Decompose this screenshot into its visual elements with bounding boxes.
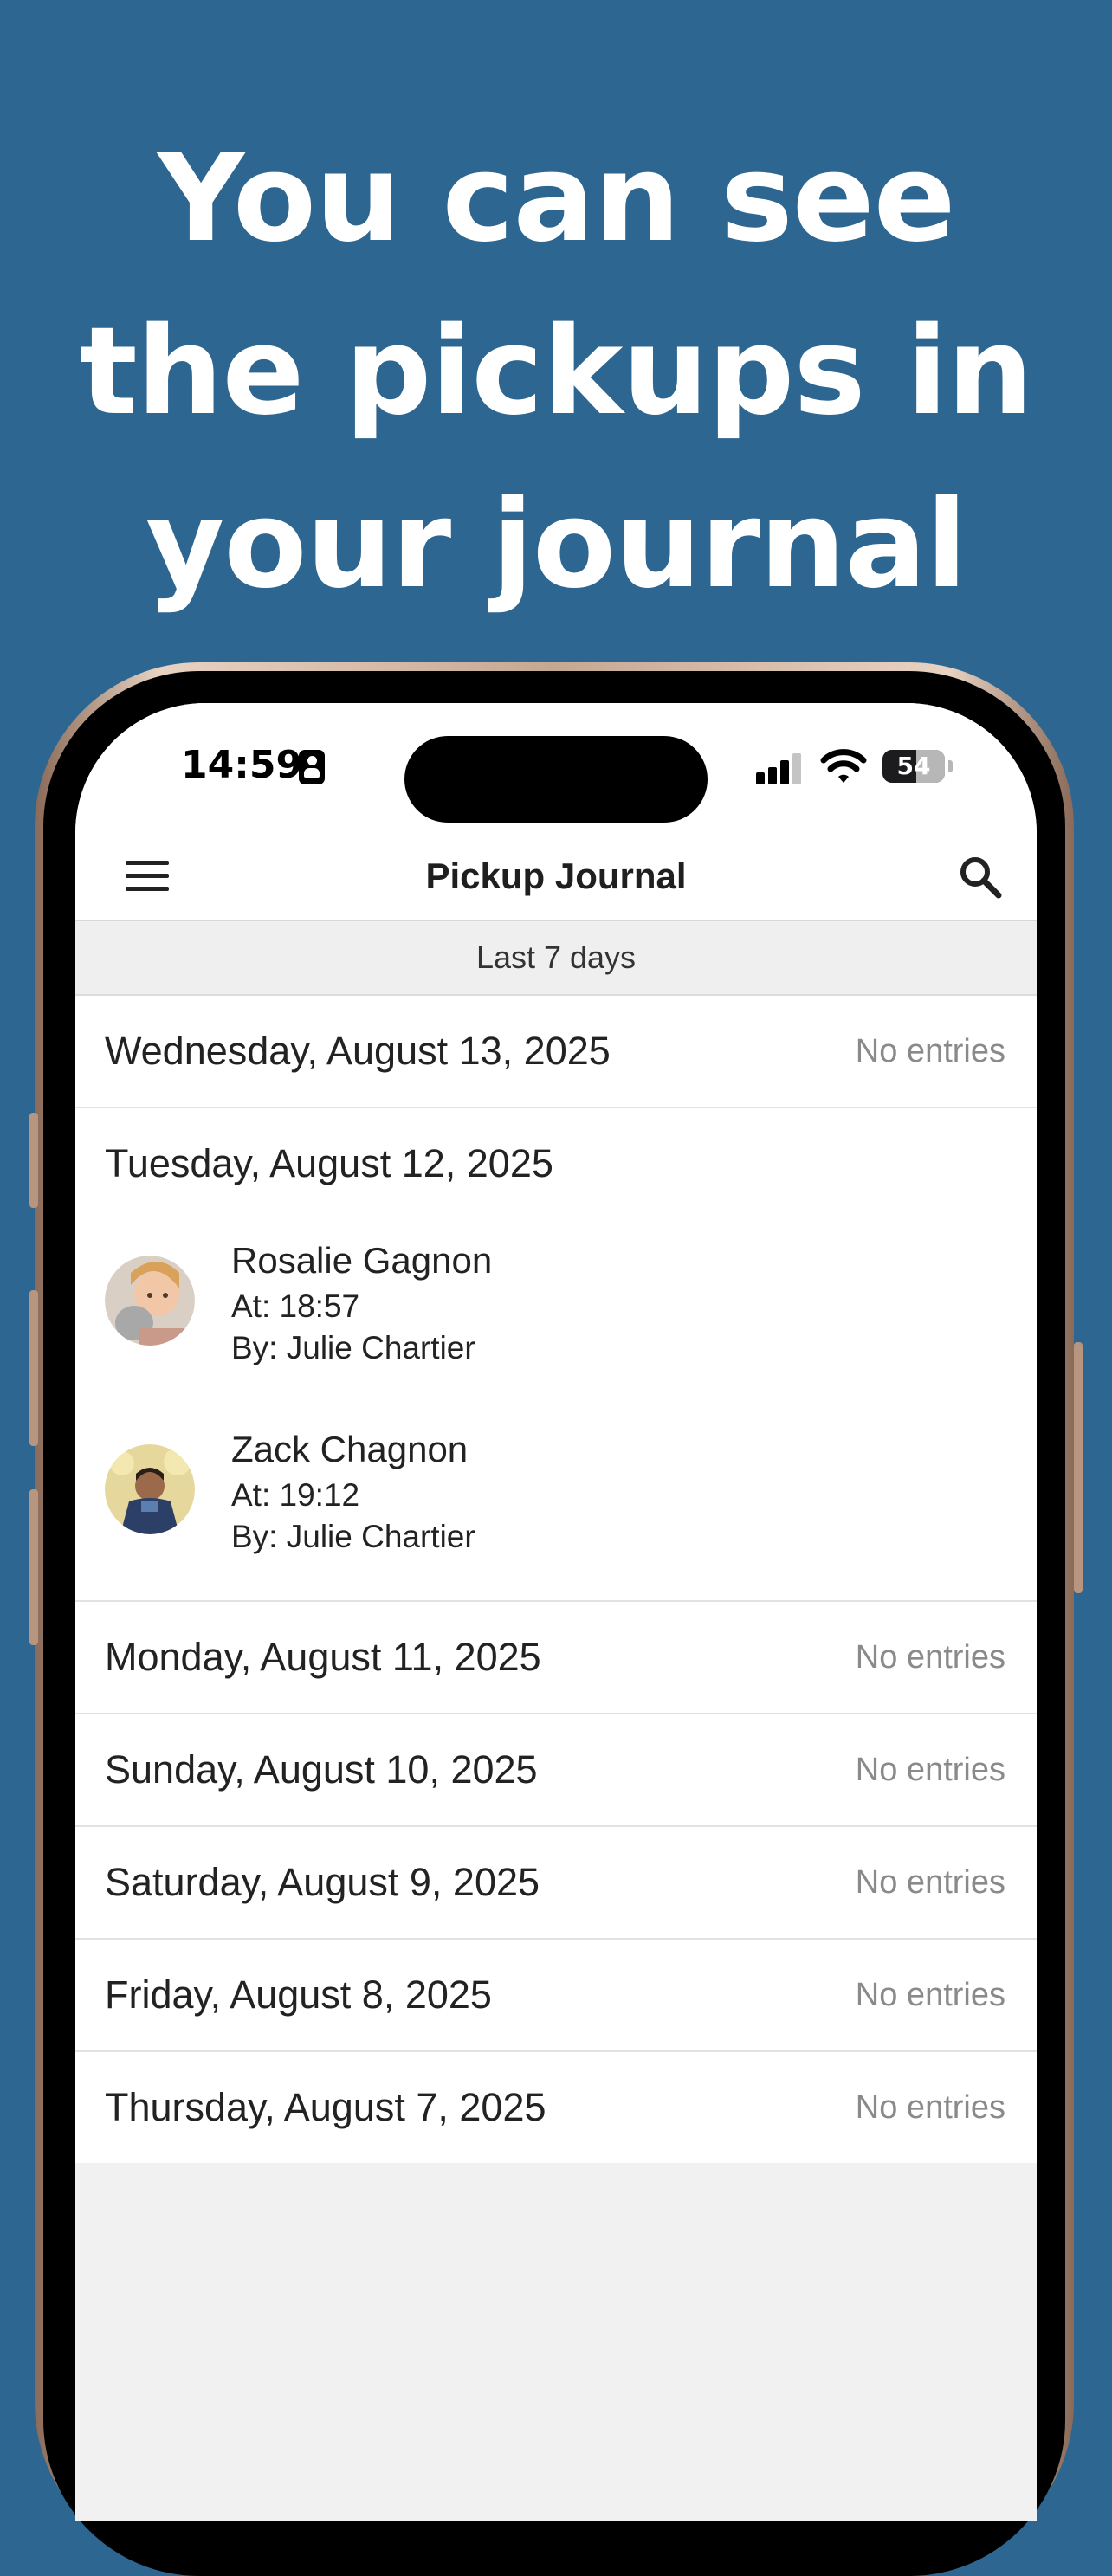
headline-line-3: your journal <box>145 475 967 616</box>
no-entries-label: No entries <box>855 1639 1005 1675</box>
no-entries-label: No entries <box>855 1033 1005 1069</box>
volume-up-button <box>29 1290 38 1446</box>
contact-card-icon <box>299 750 325 784</box>
headline-line-1: You can see <box>157 128 955 269</box>
no-entries-label: No entries <box>855 1752 1005 1788</box>
battery-nub <box>948 760 953 772</box>
wifi-icon <box>820 749 867 783</box>
day-date: Friday, August 8, 2025 <box>105 1972 492 2017</box>
day-group: Tuesday, August 12, 2025 Rosalie Gagnon <box>75 1108 1037 1602</box>
child-name: Zack Chagnon <box>231 1429 469 1469</box>
day-date: Tuesday, August 12, 2025 <box>105 1141 553 1185</box>
day-date: Thursday, August 7, 2025 <box>105 2085 546 2129</box>
day-row[interactable]: Monday, August 11, 2025 No entries <box>75 1602 1037 1714</box>
no-entries-label: No entries <box>855 2089 1005 2126</box>
day-row[interactable]: Friday, August 8, 2025 No entries <box>75 1940 1037 2052</box>
child-name: Rosalie Gagnon <box>231 1240 493 1281</box>
avatar <box>105 1256 195 1346</box>
pickup-entry[interactable]: Zack Chagnon At: 19:12 By: Julie Chartie… <box>75 1410 1037 1583</box>
phone-screen: 14:59 54 Pickup Journal Last 7 days Wedn… <box>75 703 1037 2521</box>
battery-percentage: 54 <box>896 752 931 780</box>
hamburger-menu-icon[interactable] <box>126 861 169 892</box>
picked-up-by: By: Julie Chartier <box>231 1519 475 1554</box>
date-range-filter[interactable]: Last 7 days <box>75 921 1037 996</box>
headline-line-2: the pickups in <box>79 301 1033 442</box>
status-bar: 14:59 54 <box>75 703 1037 833</box>
journal-list: Wednesday, August 13, 2025 No entries Tu… <box>75 996 1037 2163</box>
status-time: 14:59 <box>181 743 303 787</box>
picked-up-by: By: Julie Chartier <box>231 1330 475 1365</box>
pickup-time: At: 19:12 <box>231 1477 360 1513</box>
no-entries-label: No entries <box>855 1864 1005 1901</box>
battery-icon: 54 <box>882 750 945 783</box>
day-row[interactable]: Thursday, August 7, 2025 No entries <box>75 2052 1037 2163</box>
pickup-entry[interactable]: Rosalie Gagnon At: 18:57 By: Julie Chart… <box>75 1221 1037 1394</box>
power-button <box>1074 1342 1083 1593</box>
search-icon[interactable] <box>957 854 1004 901</box>
day-row[interactable]: Wednesday, August 13, 2025 No entries <box>75 996 1037 1108</box>
day-date: Sunday, August 10, 2025 <box>105 1747 538 1792</box>
day-row[interactable]: Saturday, August 9, 2025 No entries <box>75 1827 1037 1940</box>
day-row[interactable]: Sunday, August 10, 2025 No entries <box>75 1714 1037 1827</box>
headline: You can see the pickups in your journal <box>0 113 1112 632</box>
day-date: Saturday, August 9, 2025 <box>105 1860 540 1904</box>
dynamic-island <box>404 736 708 823</box>
day-date: Monday, August 11, 2025 <box>105 1635 541 1679</box>
volume-down-button <box>29 1489 38 1645</box>
cellular-signal-icon <box>756 753 805 784</box>
page-title: Pickup Journal <box>425 855 687 896</box>
avatar <box>105 1444 195 1534</box>
no-entries-label: No entries <box>855 1977 1005 2013</box>
top-navigation-bar: Pickup Journal <box>75 833 1037 921</box>
action-button <box>29 1113 38 1208</box>
pickup-time: At: 18:57 <box>231 1288 360 1324</box>
day-date: Wednesday, August 13, 2025 <box>105 1029 611 1073</box>
